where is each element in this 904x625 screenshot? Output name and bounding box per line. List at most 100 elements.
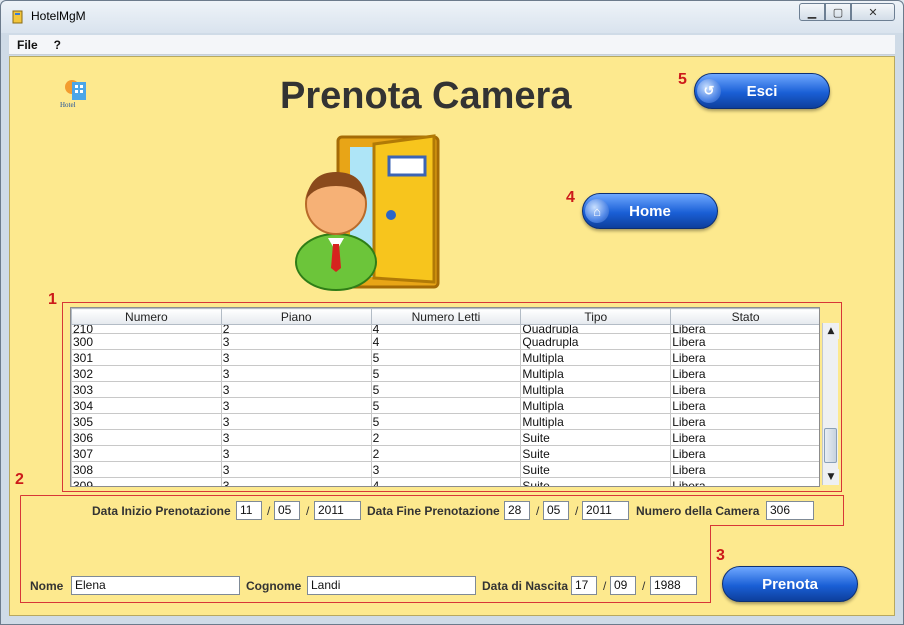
- table-cell[interactable]: 4: [370, 324, 522, 334]
- table-row[interactable]: 306 3 2 Suite Libera: [71, 429, 819, 446]
- table-cell[interactable]: Suite: [520, 429, 672, 446]
- data-fine-anno-input[interactable]: 2011: [582, 501, 629, 520]
- maximize-icon[interactable]: ▢: [825, 3, 851, 21]
- scroll-down-icon[interactable]: ▼: [823, 469, 839, 485]
- close-icon[interactable]: ✕: [851, 3, 895, 21]
- table-cell[interactable]: 3: [370, 461, 522, 478]
- nome-input[interactable]: Elena: [71, 576, 240, 595]
- table-cell[interactable]: Multipla: [520, 381, 672, 398]
- home-button[interactable]: ⌂ Home: [582, 193, 718, 229]
- table-cell[interactable]: 3: [220, 477, 372, 486]
- data-nascita-mese-input[interactable]: 09: [610, 576, 636, 595]
- table-cell[interactable]: Libera: [670, 445, 819, 462]
- table-cell[interactable]: Multipla: [520, 413, 672, 430]
- data-nascita-giorno-input[interactable]: 17: [571, 576, 597, 595]
- numero-camera-input[interactable]: 306: [766, 501, 814, 520]
- table-cell[interactable]: 300: [71, 333, 222, 350]
- table-cell[interactable]: Libera: [670, 333, 819, 350]
- column-numero[interactable]: Numero: [71, 308, 222, 325]
- table-cell[interactable]: 4: [370, 333, 522, 350]
- table-cell[interactable]: 5: [370, 413, 522, 430]
- table-cell[interactable]: 304: [71, 397, 222, 414]
- table-cell[interactable]: Multipla: [520, 349, 672, 366]
- data-nascita-anno-input[interactable]: 1988: [650, 576, 697, 595]
- table-cell[interactable]: Libera: [670, 324, 819, 334]
- table-cell[interactable]: 3: [220, 429, 372, 446]
- minimize-icon[interactable]: ▁: [799, 3, 825, 21]
- table-cell[interactable]: 5: [370, 397, 522, 414]
- table-cell[interactable]: 306: [71, 429, 222, 446]
- prenota-button[interactable]: Prenota: [722, 566, 858, 602]
- column-tipo[interactable]: Tipo: [520, 308, 672, 325]
- table-cell[interactable]: 3: [220, 349, 372, 366]
- table-row[interactable]: 307 3 2 Suite Libera: [71, 445, 819, 462]
- table-row[interactable]: 300 3 4 Quadrupla Libera: [71, 333, 819, 350]
- table-cell[interactable]: Suite: [520, 477, 672, 486]
- table-row[interactable]: 305 3 5 Multipla Libera: [71, 413, 819, 430]
- column-numero-letti[interactable]: Numero Letti: [370, 308, 522, 325]
- scrollbar-thumb[interactable]: [824, 428, 837, 463]
- column-stato[interactable]: Stato: [670, 308, 819, 325]
- table-cell[interactable]: 307: [71, 445, 222, 462]
- table-cell[interactable]: 5: [370, 349, 522, 366]
- table-cell[interactable]: Suite: [520, 461, 672, 478]
- table-row[interactable]: 301 3 5 Multipla Libera: [71, 349, 819, 366]
- app-icon: [12, 10, 23, 24]
- table-cell[interactable]: 303: [71, 381, 222, 398]
- table-cell[interactable]: 3: [220, 413, 372, 430]
- table-row[interactable]: 302 3 5 Multipla Libera: [71, 365, 819, 382]
- table-cell[interactable]: Multipla: [520, 397, 672, 414]
- table-cell[interactable]: 308: [71, 461, 222, 478]
- table-cell[interactable]: Libera: [670, 413, 819, 430]
- data-inizio-anno-input[interactable]: 2011: [314, 501, 361, 520]
- table-cell[interactable]: 3: [220, 397, 372, 414]
- table-cell[interactable]: 2: [370, 429, 522, 446]
- rooms-grid[interactable]: Numero Piano Numero Letti Tipo Stato 210…: [71, 308, 819, 486]
- table-cell[interactable]: Multipla: [520, 365, 672, 382]
- window-title: HotelMgM: [31, 9, 86, 23]
- table-cell[interactable]: 2: [220, 324, 372, 334]
- table-cell[interactable]: 5: [370, 381, 522, 398]
- table-cell[interactable]: Suite: [520, 445, 672, 462]
- table-cell[interactable]: 305: [71, 413, 222, 430]
- title-bar[interactable]: HotelMgM ▁ ▢ ✕: [1, 1, 903, 33]
- table-cell[interactable]: 210: [71, 324, 222, 334]
- table-row[interactable]: 210 2 4 Quadrupla Libera: [71, 324, 819, 334]
- table-cell[interactable]: 309: [71, 477, 222, 486]
- menu-file[interactable]: File: [9, 38, 46, 52]
- table-cell[interactable]: Libera: [670, 477, 819, 486]
- table-cell[interactable]: Libera: [670, 461, 819, 478]
- scroll-up-icon[interactable]: ▲: [823, 323, 839, 339]
- table-cell[interactable]: Libera: [670, 397, 819, 414]
- table-row[interactable]: 309 3 4 Suite Libera: [71, 477, 819, 486]
- table-cell[interactable]: 2: [370, 445, 522, 462]
- rooms-table[interactable]: Numero Piano Numero Letti Tipo Stato 210…: [70, 307, 820, 487]
- cognome-input[interactable]: Landi: [307, 576, 476, 595]
- table-cell[interactable]: 5: [370, 365, 522, 382]
- table-cell[interactable]: 3: [220, 333, 372, 350]
- table-scrollbar[interactable]: ▲ ▼: [822, 323, 839, 485]
- table-cell[interactable]: Libera: [670, 429, 819, 446]
- table-cell[interactable]: 4: [370, 477, 522, 486]
- table-cell[interactable]: 3: [220, 381, 372, 398]
- data-fine-mese-input[interactable]: 05: [543, 501, 569, 520]
- column-piano[interactable]: Piano: [220, 308, 372, 325]
- menu-help[interactable]: ?: [46, 38, 69, 52]
- table-row[interactable]: 304 3 5 Multipla Libera: [71, 397, 819, 414]
- table-cell[interactable]: 3: [220, 445, 372, 462]
- table-cell[interactable]: Libera: [670, 381, 819, 398]
- table-cell[interactable]: 3: [220, 461, 372, 478]
- table-cell[interactable]: Quadrupla: [520, 324, 672, 334]
- data-fine-giorno-input[interactable]: 28: [504, 501, 530, 520]
- table-cell[interactable]: 301: [71, 349, 222, 366]
- table-cell[interactable]: Libera: [670, 365, 819, 382]
- data-inizio-mese-input[interactable]: 05: [274, 501, 300, 520]
- table-cell[interactable]: 302: [71, 365, 222, 382]
- table-cell[interactable]: 3: [220, 365, 372, 382]
- esci-button[interactable]: ↺ Esci: [694, 73, 830, 109]
- table-row[interactable]: 303 3 5 Multipla Libera: [71, 381, 819, 398]
- table-cell[interactable]: Quadrupla: [520, 333, 672, 350]
- table-row[interactable]: 308 3 3 Suite Libera: [71, 461, 819, 478]
- data-inizio-giorno-input[interactable]: 11: [236, 501, 262, 520]
- table-cell[interactable]: Libera: [670, 349, 819, 366]
